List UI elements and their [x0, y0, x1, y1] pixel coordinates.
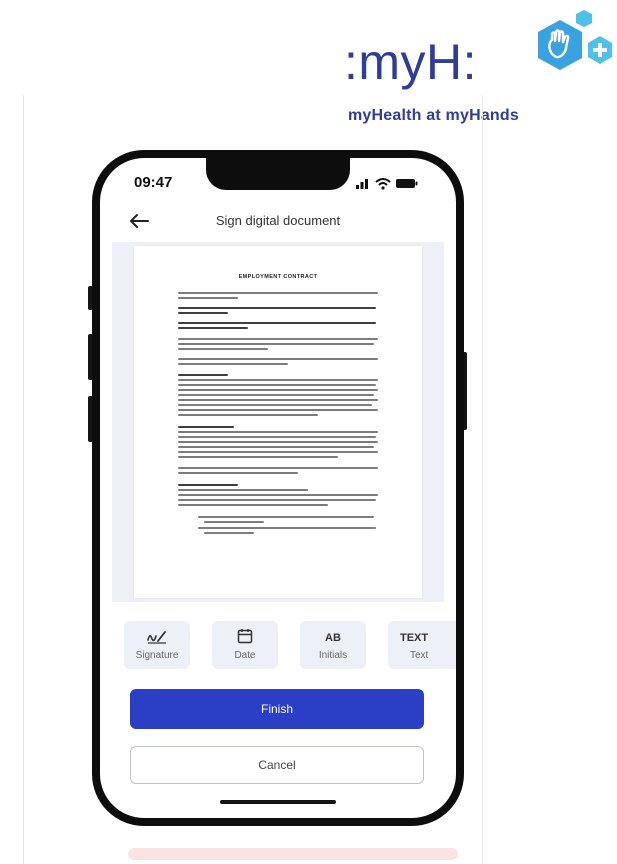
document-text-line	[178, 343, 374, 345]
screen-header: Sign digital document	[100, 204, 456, 240]
document-text-line	[178, 389, 378, 391]
document-text-line	[178, 384, 376, 386]
date-tool-button[interactable]: Date	[212, 621, 278, 669]
document-text-line	[178, 297, 238, 299]
document-text-line	[178, 504, 328, 506]
signature-icon	[124, 628, 190, 644]
initials-icon: AB	[300, 628, 366, 644]
wifi-icon	[375, 178, 391, 190]
document-text-line	[178, 484, 238, 487]
hand-hexagon-icon	[522, 8, 614, 84]
document-text-line	[178, 456, 338, 458]
status-time: 09:47	[134, 174, 173, 191]
document-text-line	[178, 379, 378, 381]
stage: :myH: myHealth at myHands 09:47 Sign dig…	[0, 0, 617, 864]
document-text-line	[178, 414, 318, 416]
text-icon: TEXT	[400, 628, 456, 644]
document-text-line	[204, 532, 254, 534]
home-indicator	[220, 800, 336, 804]
document-text-line	[178, 312, 228, 315]
logo-wordmark: :myH:	[344, 34, 478, 90]
finish-button[interactable]: Finish	[130, 689, 424, 729]
document-text-line	[178, 446, 374, 448]
document-text-line	[178, 441, 378, 443]
status-icons	[356, 176, 418, 190]
battery-icon	[396, 179, 418, 188]
document-text-line	[178, 451, 378, 453]
guide-line	[23, 95, 24, 864]
document-text-line	[178, 494, 378, 496]
pink-footer-bar	[128, 848, 458, 860]
notch	[206, 158, 350, 190]
tool-label: Initials	[318, 650, 348, 661]
document-text-line	[178, 499, 376, 501]
myhealth-logo: :myH: myHealth at myHands	[340, 6, 615, 130]
document-text-line	[178, 327, 248, 330]
document-text-line	[178, 472, 298, 474]
document-text-line	[178, 404, 372, 406]
calendar-icon	[212, 628, 278, 644]
document-text-line	[178, 409, 378, 411]
text-tool-button[interactable]: TEXT Text	[388, 621, 456, 669]
phone-screen: 09:47 Sign digital document EMPLOYMENT C…	[100, 158, 456, 818]
guide-line	[482, 95, 483, 864]
document-text-line	[178, 363, 288, 365]
document-text-line	[178, 436, 376, 438]
document-text-line	[178, 292, 378, 294]
document-text-line	[178, 394, 374, 396]
document-text-line	[178, 338, 378, 340]
document-title: EMPLOYMENT CONTRACT	[238, 274, 318, 280]
document-text-line	[198, 516, 374, 518]
signal-icon	[356, 179, 368, 189]
document-text-line	[178, 374, 228, 377]
document-text-line	[178, 467, 378, 469]
document-text-line	[178, 489, 308, 491]
tool-label: Date	[234, 650, 256, 661]
document-text-line	[178, 426, 234, 429]
document-text-line	[178, 322, 376, 325]
text-glyph: TEXT	[400, 632, 429, 644]
document-viewer[interactable]: EMPLOYMENT CONTRACT	[112, 242, 444, 602]
document-text-line	[198, 527, 376, 529]
cancel-button[interactable]: Cancel	[130, 746, 424, 784]
back-arrow-icon[interactable]	[128, 212, 150, 230]
document-text-line	[178, 307, 376, 310]
tool-label: Text	[410, 650, 429, 661]
document-text-line	[178, 431, 378, 433]
document-text-line	[178, 358, 378, 360]
logo-tagline: myHealth at myHands	[348, 107, 519, 124]
initials-glyph: AB	[325, 632, 341, 644]
document-page: EMPLOYMENT CONTRACT	[134, 246, 422, 598]
document-text-line	[204, 521, 264, 523]
signature-tool-button[interactable]: Signature	[124, 621, 190, 669]
document-text-line	[178, 399, 378, 401]
initials-tool-button[interactable]: AB Initials	[300, 621, 366, 669]
document-text-line	[178, 348, 268, 350]
tool-label: Signature	[135, 650, 179, 661]
page-title: Sign digital document	[215, 213, 341, 228]
